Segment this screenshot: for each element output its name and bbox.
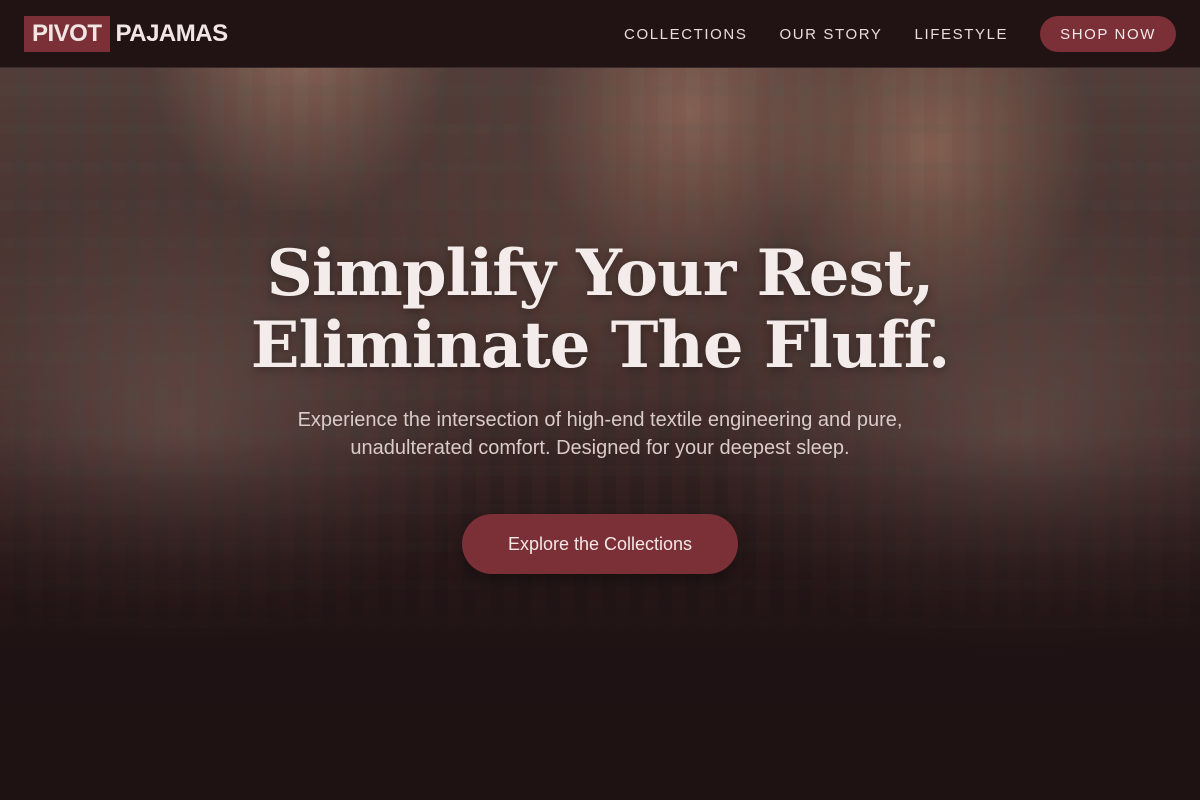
site-header: PIVOT PAJAMAS COLLECTIONS OUR STORY LIFE… (0, 0, 1200, 68)
brand-logo[interactable]: PIVOT PAJAMAS (24, 16, 228, 52)
hero-section: Simplify Your Rest, Eliminate The Fluff.… (0, 238, 1200, 574)
logo-box: PIVOT (24, 16, 110, 52)
hero-subtitle: Experience the intersection of high-end … (297, 409, 903, 459)
nav-link-our-story[interactable]: OUR STORY (779, 26, 882, 43)
shop-now-button[interactable]: SHOP NOW (1040, 16, 1176, 52)
logo-text: PAJAMAS (115, 20, 229, 47)
hero-title: Simplify Your Rest, Eliminate The Fluff. (0, 238, 1200, 382)
hero-title-line-1: Simplify Your Rest, (266, 236, 935, 311)
explore-collections-button[interactable]: Explore the Collections (462, 514, 738, 574)
main-nav: COLLECTIONS OUR STORY LIFESTYLE SHOP NOW (624, 16, 1176, 52)
hero-title-line-2: Eliminate The Fluff. (250, 308, 951, 383)
nav-link-collections[interactable]: COLLECTIONS (624, 26, 747, 43)
nav-link-lifestyle[interactable]: LIFESTYLE (915, 26, 1009, 43)
